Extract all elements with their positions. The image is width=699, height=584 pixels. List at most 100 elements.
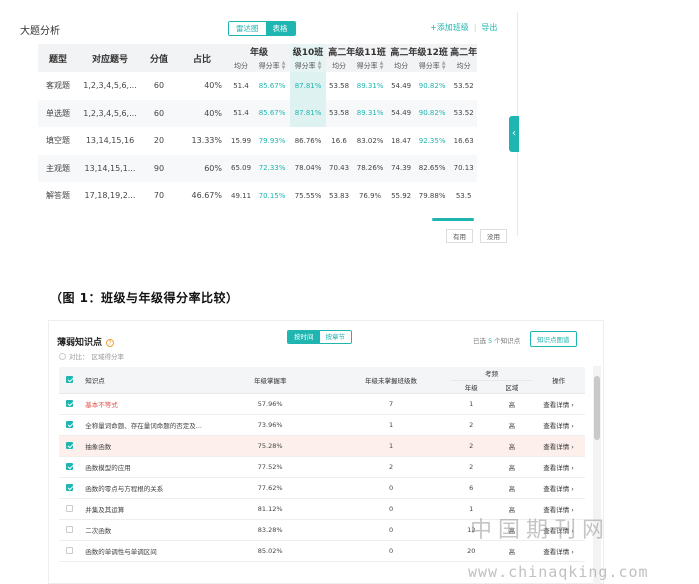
panel-title: 薄弱知识点? xyxy=(57,335,115,348)
panel-actions: +添加班级 | 导出 xyxy=(430,22,497,33)
cell-freq-grade: 2 xyxy=(450,414,492,436)
cell-numbers: 1,2,3,4,5,6,... xyxy=(78,99,142,127)
row-select-cell[interactable] xyxy=(59,540,80,562)
row-select-cell[interactable] xyxy=(59,456,80,478)
add-class-link[interactable]: +添加班级 xyxy=(430,22,469,33)
row-select-cell[interactable] xyxy=(59,393,80,415)
help-icon[interactable]: ? xyxy=(106,338,115,347)
cell-knowledge-point: 函数的单调性与单调区间 xyxy=(79,540,210,562)
col-header-frequency: 考频 xyxy=(450,367,533,381)
table-row: 单选题 1,2,3,4,5,6,... 60 40% 51.4 85.67% 87.81% 5… xyxy=(38,99,478,127)
col-header-score: 分值 xyxy=(142,44,176,72)
cell-numbers: 1,2,3,4,5,6,... xyxy=(78,72,142,100)
radio-icon[interactable] xyxy=(59,352,66,360)
sub-header-rate[interactable]: 得分率 ▲ ▼ xyxy=(254,59,291,72)
cell-class11-rate: 89.31% xyxy=(352,72,389,100)
row-checkbox[interactable] xyxy=(65,484,73,491)
cell-grade-rate: 77.52% xyxy=(209,456,332,478)
subject-analysis-panel: 大题分析 雷达图 表格 +添加班级 | 导出 题型 对应题号 分值 占比 年级 … xyxy=(12,12,519,243)
row-select-cell[interactable] xyxy=(59,498,80,520)
row-select-cell[interactable] xyxy=(59,414,80,436)
useful-button[interactable]: 有用 xyxy=(446,229,473,243)
chevron-right-icon: › xyxy=(571,442,574,451)
col-header-point: 知识点 xyxy=(79,367,210,394)
table-view-button[interactable]: 表格 xyxy=(265,22,295,35)
cell-class13-avg: 53.52 xyxy=(450,99,478,127)
view-detail-link[interactable]: 查看详情 › xyxy=(532,393,585,415)
table-row: 函数模型的应用 77.52% 2 2 高查看详情 › xyxy=(59,456,585,478)
sub-header-rate[interactable]: 得分率 ▲ ▼ xyxy=(414,59,451,72)
sub-header-rate[interactable]: 得分率 ▲ ▼ xyxy=(290,59,327,72)
export-link[interactable]: 导出 xyxy=(481,22,497,33)
cell-grade-avg: 51.4 xyxy=(228,99,255,127)
figure-caption: （图 1：班级与年级得分率比较） xyxy=(50,291,239,305)
cell-class13-avg: 70.13 xyxy=(450,154,478,182)
cell-class11-avg: 53.83 xyxy=(326,182,353,210)
radar-view-button[interactable]: 雷达图 xyxy=(229,22,266,35)
tab-by-chapter[interactable]: 按章节 xyxy=(319,331,351,343)
cell-score: 60 xyxy=(142,72,176,100)
cell-numbers: 17,18,19,2... xyxy=(78,182,142,210)
cell-class12-rate: 79.88% xyxy=(414,182,451,210)
cell-class12-avg: 54.49 xyxy=(388,72,415,100)
divider: | xyxy=(473,23,477,32)
cell-class10-rate: 78.04% xyxy=(290,154,327,182)
col-header-class11: 高二年级11班 xyxy=(326,44,389,59)
cell-type: 主观题 xyxy=(38,154,78,182)
cell-unmastered-count: 0 xyxy=(331,540,451,562)
row-checkbox[interactable] xyxy=(65,400,73,407)
horizontal-scrollbar[interactable] xyxy=(432,218,474,221)
cell-ratio: 40% xyxy=(176,99,228,127)
view-detail-link[interactable]: 查看详情 › xyxy=(532,456,585,478)
chevron-right-icon: › xyxy=(571,484,574,493)
col-header-type: 题型 xyxy=(38,44,78,72)
cell-class13-avg: 53.52 xyxy=(450,72,478,100)
row-checkbox[interactable] xyxy=(65,421,73,428)
useless-button[interactable]: 没用 xyxy=(480,229,507,243)
collapse-arrow-icon[interactable]: ‹ xyxy=(509,116,519,152)
cell-class10-rate: 86.76% xyxy=(290,127,327,155)
compare-option[interactable]: 对比： 区域得分率 xyxy=(59,351,124,361)
row-checkbox[interactable] xyxy=(65,442,73,449)
row-checkbox[interactable] xyxy=(65,526,73,533)
row-select-cell[interactable] xyxy=(59,519,80,541)
weak-knowledge-panel: 薄弱知识点? 对比： 区域得分率 按时间 按章节 已选 5 个知识点 知识点图谱… xyxy=(48,320,604,584)
subject-table-scroll[interactable]: 题型 对应题号 分值 占比 年级 级10班 高二年级11班 高二年级12班 高二… xyxy=(38,44,498,220)
cell-ratio: 46.67% xyxy=(176,182,228,210)
vertical-scrollbar[interactable] xyxy=(594,376,600,440)
row-checkbox[interactable] xyxy=(65,547,73,554)
tab-by-time[interactable]: 按时间 xyxy=(288,331,320,343)
knowledge-table-scroll[interactable]: 知识点 年级掌握率 年级未掌握班级数 考频 操作 年级 区域 基本不等式 57.9… xyxy=(59,367,585,583)
row-checkbox[interactable] xyxy=(65,463,73,470)
row-checkbox[interactable] xyxy=(65,505,73,512)
row-select-cell[interactable] xyxy=(59,477,80,499)
table-row: 基本不等式 57.96% 7 1 高查看详情 › xyxy=(59,393,585,415)
view-detail-link[interactable]: 查看详情 › xyxy=(532,435,585,457)
select-all-checkbox[interactable] xyxy=(65,376,73,384)
watermark-text: 中国期刊网 xyxy=(470,518,611,543)
cell-freq-region: 高 xyxy=(491,477,533,499)
table-row: 全称量词命题、存在量词命题的否定及... 73.96% 1 2 高查看详情 › xyxy=(59,414,585,436)
sort-toggle: 按时间 按章节 xyxy=(287,330,352,344)
table-row: 解答题 17,18,19,2... 70 46.67% 49.11 70.15% 75.55… xyxy=(38,182,478,210)
view-detail-link[interactable]: 查看详情 › xyxy=(532,414,585,436)
knowledge-graph-button[interactable]: 知识点图谱 xyxy=(530,331,577,347)
row-select-cell[interactable] xyxy=(59,435,80,457)
view-detail-link[interactable]: 查看详情 › xyxy=(532,477,585,499)
select-all-cell[interactable] xyxy=(59,367,80,394)
cell-unmastered-count: 0 xyxy=(331,498,451,520)
cell-grade-rate: 81.12% xyxy=(209,498,332,520)
cell-knowledge-point: 全称量词命题、存在量词命题的否定及... xyxy=(79,414,210,436)
watermark-url: www.chinaqking.com xyxy=(468,563,649,581)
sub-header-rate[interactable]: 得分率 ▲ ▼ xyxy=(352,59,389,72)
cell-class11-rate: 83.02% xyxy=(352,127,389,155)
col-header-numbers: 对应题号 xyxy=(78,44,142,72)
cell-type: 客观题 xyxy=(38,72,78,100)
sub-header-avg: 均分 xyxy=(450,59,478,72)
cell-grade-rate: 83.28% xyxy=(209,519,332,541)
col-header-class10: 级10班 xyxy=(290,44,327,59)
sub-header-avg: 均分 xyxy=(326,59,353,72)
cell-knowledge-point: 二次函数 xyxy=(79,519,210,541)
col-header-ratio: 占比 xyxy=(176,44,228,72)
cell-freq-grade: 2 xyxy=(450,435,492,457)
